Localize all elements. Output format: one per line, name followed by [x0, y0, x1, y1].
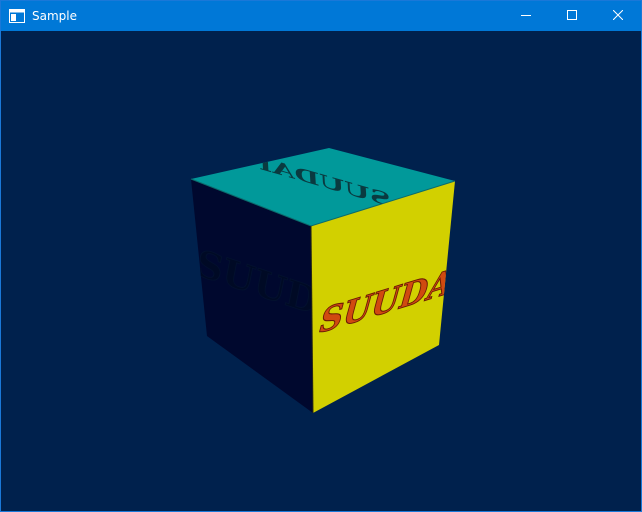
close-button[interactable] [595, 1, 641, 31]
minimize-icon [521, 7, 531, 25]
app-window: Sample SUUDAI SUUDAI SUUDAI [0, 0, 642, 512]
render-viewport[interactable]: SUUDAI SUUDAI SUUDAI [1, 31, 641, 511]
maximize-icon [567, 7, 577, 25]
close-icon [612, 7, 624, 25]
minimize-button[interactable] [503, 1, 549, 31]
app-window-icon [9, 8, 25, 24]
title-bar[interactable]: Sample [1, 1, 641, 31]
window-title: Sample [32, 9, 77, 23]
cube-scene: SUUDAI SUUDAI SUUDAI [190, 148, 456, 414]
maximize-button[interactable] [549, 1, 595, 31]
